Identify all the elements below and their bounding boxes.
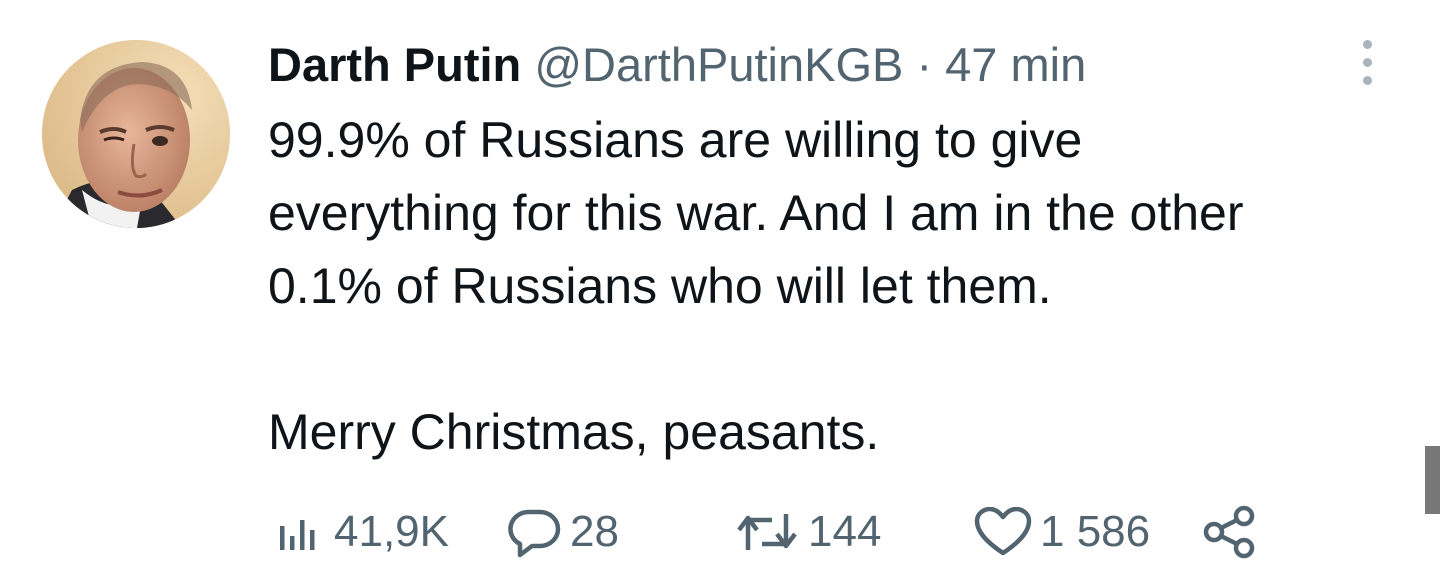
tweet-text-line: 99.9% of Russians are willing to give <box>268 112 1083 168</box>
retweet-button[interactable]: 144 <box>734 500 881 564</box>
tweet-text-closing: Merry Christmas, peasants. <box>268 404 880 460</box>
avatar-photo <box>42 40 230 228</box>
avatar[interactable] <box>42 40 230 228</box>
tweet-text-line: 0.1% of Russians who will let them. <box>268 258 1052 314</box>
views-count: 41,9K <box>334 507 449 556</box>
reply-button[interactable]: 28 <box>506 500 619 564</box>
like-button[interactable]: 1 586 <box>974 500 1150 564</box>
author-name[interactable]: Darth Putin <box>268 38 521 91</box>
reply-bubble-icon <box>508 509 561 558</box>
tweet-header: Darth Putin @DarthPutinKGB · 47 min <box>268 36 1086 94</box>
share-button[interactable] <box>1200 500 1262 564</box>
views-bar-chart-icon <box>280 520 315 550</box>
tweet-actions: 41,9K 28 144 1 586 <box>0 500 1440 564</box>
heart-icon <box>974 507 1032 556</box>
reply-count: 28 <box>570 507 619 556</box>
separator-dot: · <box>916 38 933 91</box>
like-count: 1 586 <box>1040 507 1151 556</box>
views-button[interactable]: 41,9K <box>276 500 449 564</box>
retweet-arrows-icon <box>737 514 797 550</box>
retweet-count: 144 <box>808 507 882 556</box>
more-vertical-icon[interactable] <box>1352 38 1382 88</box>
tweet-text-line: everything for this war. And I am in the… <box>268 185 1244 241</box>
author-handle[interactable]: @DarthPutinKGB <box>534 38 903 91</box>
tweet-text: 99.9% of Russians are willing to give ev… <box>268 104 1408 469</box>
share-icon <box>1203 505 1255 559</box>
tweet-timestamp[interactable]: 47 min <box>945 38 1086 91</box>
